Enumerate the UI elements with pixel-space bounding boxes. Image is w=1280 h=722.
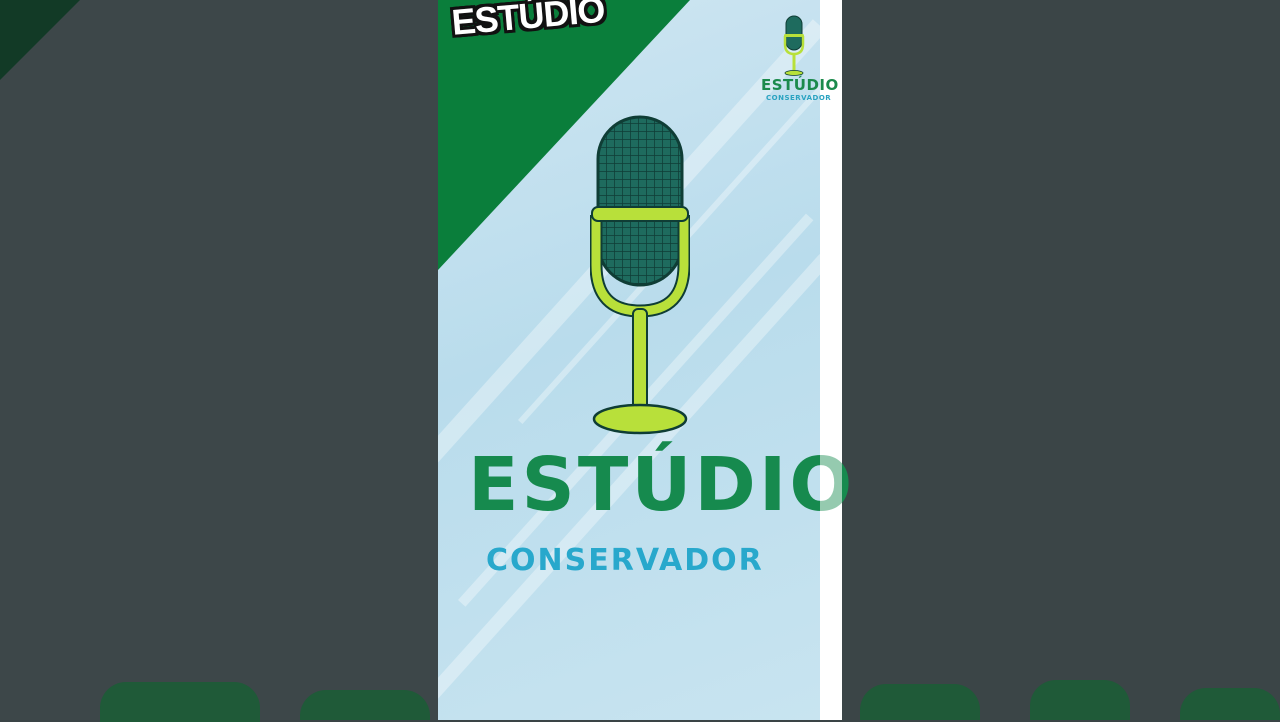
- blurred-background-right: [842, 0, 1280, 720]
- logo-title: ESTÚDIO: [468, 442, 856, 528]
- blurred-shape: [300, 690, 430, 720]
- blurred-background-left: [0, 0, 438, 720]
- panel-edge: [820, 0, 842, 720]
- blurred-shape: [1180, 688, 1280, 720]
- blurred-shape: [860, 684, 980, 720]
- small-logo-title: ESTÚDIO: [761, 76, 839, 94]
- logo-subtitle: CONSERVADOR: [486, 543, 764, 578]
- blurred-shape: [1030, 680, 1130, 720]
- microphone-icon: [590, 115, 690, 435]
- blurred-shape: [100, 682, 260, 722]
- small-logo-subtitle: CONSERVADOR: [766, 94, 832, 102]
- panel-edge-overlay: [820, 455, 842, 530]
- blurred-corner-shape: [0, 0, 80, 80]
